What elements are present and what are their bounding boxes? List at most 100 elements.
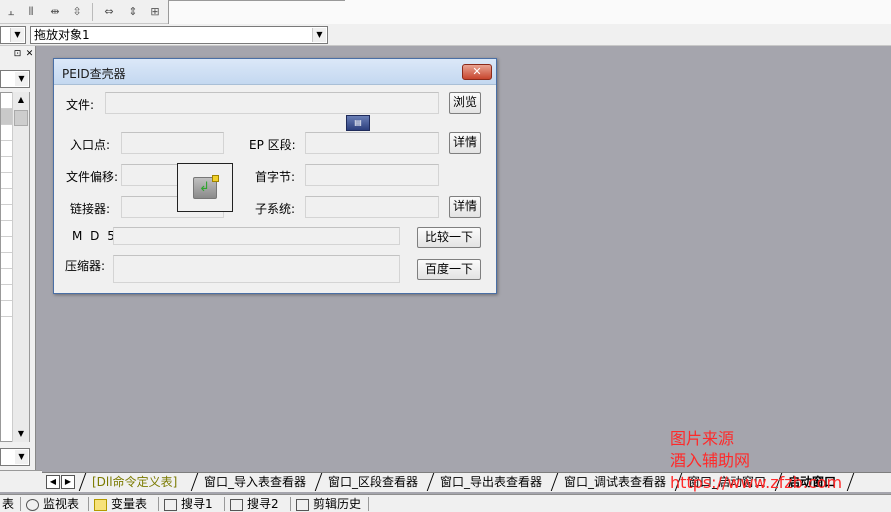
toolbar-empty-area <box>169 0 891 24</box>
bottom-item-watch-label: 监视表 <box>43 497 80 511</box>
left-combo[interactable]: ▼ <box>0 26 26 44</box>
watermark-line-2: 酒入辅助网 <box>670 451 751 470</box>
chevron-down-icon[interactable]: ▼ <box>15 72 28 86</box>
packer-label: 压缩器: <box>65 259 106 273</box>
object-toolbar: ▼ 拖放对象1 ▼ <box>0 24 891 46</box>
tab-separator <box>190 473 199 491</box>
file-label: 文件: <box>66 98 95 112</box>
variable-icon <box>94 498 107 511</box>
bottom-item-table-label: 表 <box>2 497 15 511</box>
peid-dialog: PEID查壳器 ✕ 文件: 浏览 ▤ 入口点: EP 区段: 详情 文件偏移: … <box>53 58 497 294</box>
bottom-item-search1-label: 搜寻1 <box>181 497 213 511</box>
watermark: 图片来源 酒入辅助网 https://www.zfzb.com <box>670 428 842 494</box>
bottom-item-search2[interactable]: 搜寻2 <box>230 497 279 511</box>
bottom-item-variables-label: 变量表 <box>111 497 148 511</box>
tab-separator <box>426 473 435 491</box>
bottom-toolbar: 表 监视表 变量表 搜寻1 搜寻2 剪辑历史 <box>0 494 891 512</box>
scroll-up-icon[interactable]: ▲ <box>13 92 29 108</box>
drag-target-icon: ↲ <box>193 175 219 199</box>
details-button-1[interactable]: 详情 <box>449 132 481 154</box>
tab-export-viewer[interactable]: 窗口_导出表查看器 <box>440 474 542 490</box>
drag-object-icon[interactable]: ↲ <box>177 163 233 212</box>
compare-button[interactable]: 比较一下 <box>417 227 481 248</box>
same-size-icon[interactable]: ⊞ <box>146 3 164 21</box>
tab-import-viewer[interactable]: 窗口_导入表查看器 <box>204 474 306 490</box>
tab-dll-commands[interactable]: [Dll命令定义表] <box>92 474 177 490</box>
left-bottom-area <box>0 470 42 492</box>
magnifier-icon <box>26 498 39 511</box>
tab-section-viewer[interactable]: 窗口_区段查看器 <box>328 474 418 490</box>
packer-field[interactable] <box>113 255 400 283</box>
arrow-icon: ↲ <box>199 180 210 195</box>
ep-section-field[interactable] <box>305 132 439 154</box>
toolbar-separator <box>290 497 291 511</box>
bottom-item-watch[interactable]: 监视表 <box>26 497 79 511</box>
tab-separator <box>550 473 559 491</box>
search1-icon <box>164 498 177 511</box>
space-vertical-icon[interactable]: ⇳ <box>68 3 86 21</box>
tab-prev-icon[interactable]: ◀ <box>46 475 60 489</box>
property-scrollbar[interactable]: ▲ ▼ <box>12 92 29 442</box>
tab-debug-viewer[interactable]: 窗口_调试表查看器 <box>564 474 666 490</box>
scroll-down-icon[interactable]: ▼ <box>13 426 29 442</box>
object-selector-value: 拖放对象1 <box>34 28 90 42</box>
watermark-line-1: 图片来源 <box>670 429 735 448</box>
bottom-item-clip-history[interactable]: 剪辑历史 <box>296 497 361 511</box>
bottom-item-search1[interactable]: 搜寻1 <box>164 497 213 511</box>
dialog-titlebar[interactable]: PEID查壳器 ✕ <box>54 59 496 85</box>
close-icon[interactable]: ✕ <box>24 48 35 60</box>
bottom-item-clip-history-label: 剪辑历史 <box>313 497 362 511</box>
window-control-icon[interactable]: ▤ <box>346 115 370 131</box>
tab-separator <box>846 473 855 491</box>
property-panel: ⊡ ✕ ▼ ▲ ▼ ▼ <box>0 46 36 470</box>
file-field[interactable] <box>105 92 439 114</box>
file-offset-label: 文件偏移: <box>66 170 119 184</box>
subsystem-field[interactable] <box>305 196 439 218</box>
tab-next-icon[interactable]: ▶ <box>61 475 75 489</box>
chevron-down-icon[interactable]: ▼ <box>10 28 24 42</box>
toolbar-separator <box>88 497 89 511</box>
bottom-item-table[interactable]: 表 <box>2 497 14 511</box>
ep-section-label: EP 区段: <box>249 138 296 152</box>
space-horizontal-icon[interactable]: ⇹ <box>46 3 64 21</box>
linker-label: 链接器: <box>70 202 111 216</box>
chevron-down-icon[interactable]: ▼ <box>15 450 28 464</box>
tab-separator <box>78 473 87 491</box>
property-combo[interactable]: ▼ <box>0 70 30 88</box>
yellow-marker-icon <box>212 175 219 182</box>
md5-field[interactable] <box>113 227 400 245</box>
toolbar-separator <box>224 497 225 511</box>
same-height-icon[interactable]: ⇕ <box>124 3 142 21</box>
entry-point-field[interactable] <box>121 132 224 154</box>
details-button-2[interactable]: 详情 <box>449 196 481 218</box>
distribute-horizontal-icon[interactable]: ⫴ <box>22 3 40 21</box>
layout-toolbar: ⫠ ⫴ ⇹ ⇳ ⇔ ⇕ ⊞ <box>0 0 891 24</box>
close-button[interactable]: ✕ <box>462 64 492 80</box>
toolbar-separator <box>92 3 93 21</box>
toolbar-divider <box>169 0 345 1</box>
search2-icon <box>230 498 243 511</box>
scroll-thumb[interactable] <box>14 110 28 126</box>
bottom-item-search2-label: 搜寻2 <box>247 497 279 511</box>
align-top-icon[interactable]: ⫠ <box>2 3 20 21</box>
toolbar-separator <box>20 497 21 511</box>
panel-header: ⊡ ✕ <box>0 48 36 62</box>
browse-button[interactable]: 浏览 <box>449 92 481 114</box>
baidu-button[interactable]: 百度一下 <box>417 259 481 280</box>
bottom-item-variables[interactable]: 变量表 <box>94 497 147 511</box>
object-selector-combo[interactable]: 拖放对象1 ▼ <box>30 26 328 44</box>
first-byte-label: 首字节: <box>255 170 296 184</box>
first-byte-field[interactable] <box>305 164 439 186</box>
chevron-down-icon[interactable]: ▼ <box>312 28 326 42</box>
tab-separator <box>314 473 323 491</box>
watermark-line-3: https://www.zfzb.com <box>670 473 843 492</box>
entry-point-label: 入口点: <box>70 138 111 152</box>
toolbar-separator <box>368 497 369 511</box>
restore-icon[interactable]: ⊡ <box>12 48 23 60</box>
clipboard-icon <box>296 498 309 511</box>
subsystem-label: 子系统: <box>255 202 296 216</box>
dialog-title: PEID查壳器 <box>62 67 126 81</box>
same-width-icon[interactable]: ⇔ <box>100 3 118 21</box>
panel-bottom-combo[interactable]: ▼ <box>0 448 30 466</box>
toolbar-separator <box>158 497 159 511</box>
